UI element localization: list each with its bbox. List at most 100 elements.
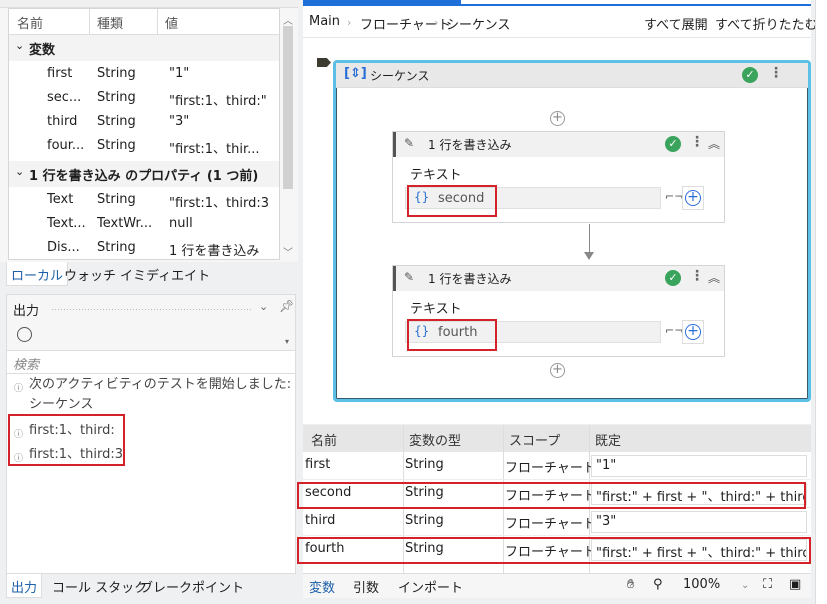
tab-arguments[interactable]: 引数: [353, 577, 379, 596]
chevron-down-icon[interactable]: ⌄: [741, 580, 749, 591]
tab-breakpoints[interactable]: ブレークポイント: [136, 574, 248, 598]
scroll-down-icon[interactable]: ﹀: [283, 244, 293, 259]
check-icon: ✓: [665, 136, 681, 152]
output-line: ⓘ 次のアクティビティのテストを開始しました: シーケンス: [14, 377, 292, 412]
zoom-level[interactable]: 100%: [683, 577, 720, 592]
more-icon[interactable]: ⋮: [690, 134, 704, 150]
designer-panel: Main › フローチャート › シーケンス すべて展開 すべて折りたたむ [⇕…: [303, 0, 818, 424]
local-row[interactable]: Dis... String 1 行を書き込み: [9, 237, 279, 259]
connector-line: [589, 224, 590, 254]
variables-bottom-bar: 変数 引数 インポート ✋︎ ⚲ 100% ⌄ ⛶ ▣: [303, 573, 811, 598]
tab-output[interactable]: 出力: [6, 574, 43, 598]
local-row[interactable]: Text... TextWr... null: [9, 213, 279, 237]
breadcrumb-sequence: シーケンス: [446, 18, 511, 33]
add-button[interactable]: +: [682, 320, 704, 344]
group-properties[interactable]: ⌄ 1 行を書き込み のプロパティ (1 つ前): [9, 161, 279, 187]
write-line-activity[interactable]: ✎ 1 行を書き込み ✓ ⋮ ︽ テキスト {} fourth ⌐¬ +: [392, 265, 725, 357]
chevron-down-icon[interactable]: ⌄: [15, 39, 24, 52]
collapse-icon[interactable]: ︽: [708, 269, 720, 286]
write-line-activity[interactable]: ✎ 1 行を書き込み ✓ ⋮ ︽ テキスト {} second ⌐¬ +: [392, 131, 725, 223]
chevron-right-icon: ›: [347, 16, 352, 29]
locals-tabs: ローカル ウォッチ イミディエイト: [6, 262, 296, 286]
dropdown-icon[interactable]: ⌄: [259, 300, 268, 313]
local-row[interactable]: four... String "first:1、thir...: [9, 135, 279, 159]
more-icon[interactable]: ⋮: [769, 65, 783, 81]
check-icon: ✓: [742, 67, 758, 83]
col-value[interactable]: 値: [165, 13, 178, 32]
hand-icon[interactable]: ✋︎: [627, 577, 634, 592]
add-button[interactable]: +: [682, 186, 704, 210]
more-icon[interactable]: ⋮: [690, 268, 704, 284]
right-panel-strip: [815, 0, 827, 604]
collapse-all-link[interactable]: すべて折りたたむ: [715, 14, 818, 33]
sequence-title: シーケンス: [370, 69, 430, 83]
local-row[interactable]: first String "1": [9, 63, 279, 87]
default-input[interactable]: "3": [591, 511, 807, 533]
locals-title-strip: [0, 0, 298, 8]
document-tab[interactable]: [303, 0, 461, 5]
sequence-container[interactable]: [⇕] シーケンス ✓ ⋮ + ✎ 1 行を書き込み ✓ ⋮ ︽ テキスト {}…: [333, 60, 811, 402]
start-marker-icon: [317, 58, 331, 67]
col-type[interactable]: 種類: [97, 13, 123, 32]
output-toolbar: ▾: [7, 323, 295, 351]
expand-all-link[interactable]: すべて展開: [644, 14, 708, 33]
variable-row[interactable]: third String フローチャート "3": [303, 508, 811, 536]
fit-screen-icon[interactable]: ⛶: [763, 577, 772, 592]
locals-scroll-thumb[interactable]: [283, 26, 293, 189]
local-row[interactable]: third String "3": [9, 111, 279, 135]
highlight-box: [297, 482, 806, 509]
variables-panel: 名前 変数の型 スコープ 既定 first String フローチャート "1"…: [297, 425, 811, 573]
locals-header: 名前 種類 値: [9, 9, 279, 35]
col-var-type[interactable]: 変数の型: [409, 430, 461, 449]
locals-panel: 名前 種類 値 ⌄ 変数 first String "1" sec... Str…: [0, 0, 298, 262]
expand-editor-icon[interactable]: ⌐¬: [665, 324, 683, 337]
expand-editor-icon[interactable]: ⌐¬: [665, 190, 683, 203]
breadcrumb: Main › フローチャート › シーケンス すべて展開 すべて折りたたむ: [303, 6, 818, 38]
output-title: 出力: [13, 304, 40, 319]
add-activity-icon[interactable]: +: [550, 111, 565, 126]
tab-imports[interactable]: インポート: [398, 577, 463, 596]
variable-row[interactable]: first String フローチャート "1": [303, 452, 811, 480]
tab-variables[interactable]: 変数: [309, 577, 335, 596]
col-scope[interactable]: スコープ: [509, 430, 560, 449]
chevron-right-icon: ›: [434, 16, 439, 29]
col-name[interactable]: 名前: [17, 13, 43, 32]
locals-grid: 名前 種類 値 ⌄ 変数 first String "1" sec... Str…: [8, 8, 280, 260]
pin-icon[interactable]: 📌︎: [279, 299, 294, 313]
default-input[interactable]: "1": [591, 455, 807, 477]
local-row[interactable]: sec... String "first:1、third:": [9, 87, 279, 111]
highlight-box: [8, 414, 125, 466]
sequence-icon: [⇕]: [344, 66, 367, 81]
drag-grip[interactable]: [51, 308, 251, 312]
group-variables[interactable]: ⌄ 変数: [9, 35, 279, 61]
clock-icon[interactable]: [17, 327, 32, 342]
workflow-canvas[interactable]: [⇕] シーケンス ✓ ⋮ + ✎ 1 行を書き込み ✓ ⋮ ︽ テキスト {}…: [303, 38, 811, 424]
activity-header: ✎ 1 行を書き込み ✓ ⋮ ︽: [393, 132, 724, 157]
tab-immediate[interactable]: イミディエイト: [116, 262, 214, 286]
arrow-down-icon: [584, 252, 594, 260]
add-activity-icon[interactable]: +: [550, 363, 565, 378]
highlight-box: [297, 537, 811, 564]
magnifier-icon[interactable]: ⚲: [653, 577, 663, 592]
info-icon: ⓘ: [14, 384, 24, 394]
activity-header: ✎ 1 行を書き込み ✓ ⋮ ︽: [393, 266, 724, 291]
variables-header: 名前 変数の型 スコープ 既定: [303, 425, 811, 452]
highlight-box: [407, 319, 497, 351]
chevron-down-icon[interactable]: ⌄: [15, 165, 24, 178]
col-default[interactable]: 既定: [595, 430, 621, 449]
overview-icon[interactable]: ▣: [789, 577, 801, 592]
plus-icon: +: [685, 190, 701, 206]
col-name[interactable]: 名前: [311, 430, 337, 449]
scroll-up-icon[interactable]: ︿: [283, 12, 293, 27]
check-icon: ✓: [665, 270, 681, 286]
overflow-icon[interactable]: ▾: [285, 337, 289, 346]
sequence-header[interactable]: [⇕] シーケンス ✓ ⋮: [336, 63, 808, 88]
tab-watch[interactable]: ウォッチ: [60, 262, 120, 286]
collapse-icon[interactable]: ︽: [708, 135, 720, 152]
local-row[interactable]: Text String "first:1、third:3: [9, 189, 279, 213]
tab-locals[interactable]: ローカル: [6, 262, 69, 286]
breadcrumb-main[interactable]: Main: [309, 14, 340, 29]
pencil-icon: ✎: [404, 270, 415, 284]
output-search-input[interactable]: 検索: [7, 352, 295, 374]
highlight-box: [407, 185, 497, 217]
